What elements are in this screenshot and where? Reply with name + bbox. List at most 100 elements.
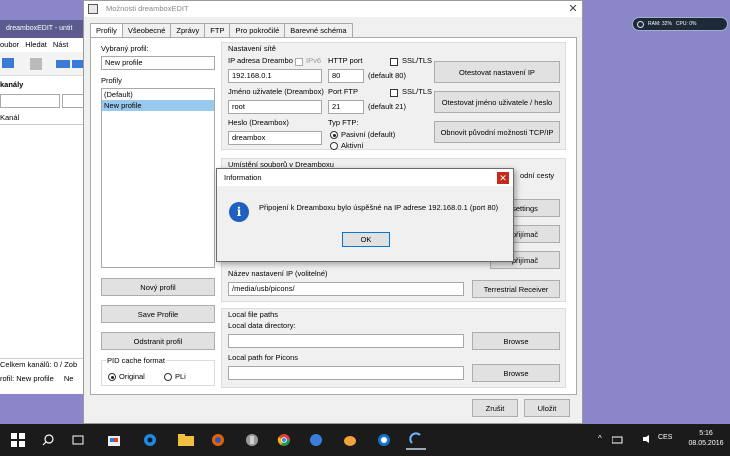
tool-icon[interactable]: [242, 430, 262, 450]
radio-passive[interactable]: [330, 131, 338, 139]
close-icon[interactable]: ✕: [497, 172, 509, 184]
status-profile-text: rofil: New profile: [0, 374, 54, 383]
ip-name-label: Název nastavení IP (volitelné): [228, 269, 328, 278]
ip-name-field[interactable]: /media/usb/picons/: [228, 282, 464, 296]
background-app-window: dreamboxEDIT - untit oubor Hledat Nást k…: [0, 20, 88, 394]
pid-cache-label: PID cache format: [106, 356, 166, 365]
toolbar-icons[interactable]: [0, 52, 88, 76]
http-port-label: HTTP port: [328, 56, 363, 65]
wifi-icon[interactable]: [611, 434, 626, 444]
channel-filter-input[interactable]: [0, 94, 60, 108]
new-profile-button[interactable]: Nový profil: [101, 278, 215, 296]
system-monitor-gadget: RAM: 32% CPU: 0%: [632, 17, 728, 31]
app-icon: [88, 4, 98, 14]
app-icon[interactable]: [306, 430, 326, 450]
cpu-usage: CPU: 0%: [675, 21, 697, 27]
app-icon-2[interactable]: [340, 430, 360, 450]
selected-profile-field[interactable]: New profile: [101, 56, 215, 70]
ram-gauge-icon: [637, 20, 644, 28]
ipv6-checkbox[interactable]: [295, 58, 303, 66]
tab-advanced[interactable]: Pro pokročilé: [229, 23, 286, 37]
ssl2-checkbox[interactable]: [390, 89, 398, 97]
chrome-icon[interactable]: [274, 430, 294, 450]
radio-passive-label: Pasivní (default): [341, 130, 396, 139]
ftp-port-label: Port FTP: [328, 87, 359, 96]
status-profile: rofil: New profile Ne: [0, 371, 88, 387]
close-icon[interactable]: ✕: [566, 2, 580, 16]
password-field[interactable]: dreambox: [228, 131, 322, 145]
delete-profile-button[interactable]: Odstranit profil: [101, 332, 215, 350]
test-user-button[interactable]: Otestovat jméno uživatele / heslo: [434, 91, 560, 113]
channels-label: kanály: [0, 80, 24, 89]
browse-picons-button[interactable]: Browse: [472, 364, 560, 382]
options-tabs: Profily Všeobecné Zprávy FTP Pro pokroči…: [90, 23, 353, 38]
list-item[interactable]: (Default): [102, 89, 214, 100]
paths-right-label: odní cesty: [520, 171, 555, 180]
background-app-menu: oubor Hledat Nást: [0, 38, 88, 52]
test-ip-button[interactable]: Otestovat nastavení IP: [434, 61, 560, 83]
dreamboxedit-taskbar-icon[interactable]: [406, 430, 426, 450]
radio-original-label: Original: [119, 372, 145, 381]
list-item[interactable]: New profile: [102, 100, 214, 111]
tray-chevron-icon[interactable]: ^: [598, 434, 602, 443]
selected-profile-label: Vybraný profil:: [101, 44, 149, 53]
local-data-dir-field[interactable]: [228, 334, 464, 348]
picons-path-field[interactable]: [228, 366, 464, 380]
search-icon[interactable]: [38, 430, 58, 450]
radio-original[interactable]: [108, 373, 116, 381]
local-group-label: Local file paths: [228, 310, 279, 319]
tab-general[interactable]: Všeobecné: [121, 23, 172, 37]
language-indicator[interactable]: CES: [658, 434, 672, 441]
task-view-icon[interactable]: [68, 430, 88, 450]
ftp-type-label: Typ FTP:: [328, 118, 359, 127]
picons-path-label: Local path for Picons: [228, 353, 299, 362]
ftp-port-field[interactable]: 21: [328, 100, 364, 114]
browse-data-button[interactable]: Browse: [472, 332, 560, 350]
app-icon-3[interactable]: [374, 430, 394, 450]
pid-cache-group: PID cache format Original PLi: [101, 356, 215, 386]
network-settings-group: Nastavení sítě IP adresa Dreambo IPv6 19…: [221, 42, 566, 150]
information-message: Připojení k Dreamboxu bylo úspěšné na IP…: [259, 203, 499, 212]
ssl2-label: SSL/TLS: [402, 87, 433, 96]
save-profile-button[interactable]: Save Profile: [101, 305, 215, 323]
system-clock[interactable]: 5:16 08.05.2016: [686, 429, 726, 449]
menu-tools[interactable]: Nást: [53, 38, 68, 52]
windows-start-icon[interactable]: [8, 430, 28, 450]
tab-profiles[interactable]: Profily: [90, 23, 123, 38]
tab-color-scheme[interactable]: Barevné schéma: [284, 23, 353, 37]
cancel-button[interactable]: Zrušit: [472, 399, 518, 417]
profiles-label: Profily: [101, 76, 122, 85]
info-icon: i: [229, 202, 249, 222]
network-group-label: Nastavení sítě: [228, 44, 276, 53]
tab-messages[interactable]: Zprávy: [170, 23, 206, 37]
volume-icon[interactable]: [642, 434, 652, 444]
status-extra: Ne: [63, 374, 74, 383]
channel-column-header[interactable]: Kanál: [0, 111, 88, 125]
local-paths-group: Local file paths Local data directory: B…: [221, 308, 566, 388]
ipv6-label: IPv6: [306, 56, 322, 65]
radio-pli[interactable]: [164, 373, 172, 381]
save-button[interactable]: Uložit: [524, 399, 570, 417]
menu-file[interactable]: oubor: [0, 38, 19, 52]
ok-button[interactable]: OK: [342, 232, 390, 247]
firefox-icon[interactable]: [208, 430, 228, 450]
ip-address-field[interactable]: 192.168.0.1: [228, 69, 322, 83]
options-dialog-title: Možnosti dreamboxEDIT: [84, 1, 582, 17]
username-field[interactable]: root: [228, 100, 322, 114]
radio-active[interactable]: [330, 142, 338, 150]
store-icon[interactable]: [104, 430, 124, 450]
information-dialog: Information ✕ i Připojení k Dreamboxu by…: [216, 168, 514, 262]
file-explorer-icon[interactable]: [176, 430, 196, 450]
ssl-checkbox[interactable]: [390, 58, 398, 66]
radio-pli-label: PLi: [175, 372, 186, 381]
terrestrial-receiver-button[interactable]: Terrestrial Receiver: [472, 280, 560, 298]
profiles-list[interactable]: (Default) New profile: [101, 88, 215, 268]
edge-icon[interactable]: [140, 430, 160, 450]
local-data-dir-label: Local data directory:: [228, 321, 296, 330]
restore-tcp-button[interactable]: Obnovit původní možnosti TCP/IP: [434, 121, 560, 143]
menu-search[interactable]: Hledat: [25, 38, 47, 52]
http-port-field[interactable]: 80: [328, 69, 364, 83]
ssl-label: SSL/TLS: [402, 56, 433, 65]
tab-ftp[interactable]: FTP: [204, 23, 231, 37]
username-label: Jméno uživatele (Dreambox): [228, 87, 324, 96]
